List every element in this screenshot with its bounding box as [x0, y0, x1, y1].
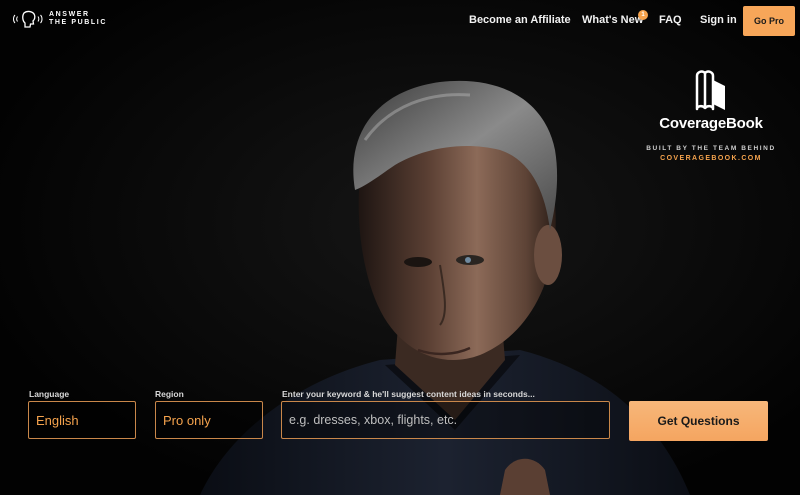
keyword-label: Enter your keyword & he'll suggest conte…: [282, 389, 535, 399]
coveragebook-link[interactable]: COVERAGEBOOK.COM: [640, 155, 782, 162]
keyword-field[interactable]: [281, 401, 610, 439]
whats-new-link[interactable]: What's New: [582, 14, 643, 26]
region-label: Region: [155, 389, 184, 399]
coveragebook-promo[interactable]: CoverageBook BUILT BY THE TEAM BEHIND CO…: [640, 68, 782, 162]
faq-link[interactable]: FAQ: [659, 14, 682, 26]
language-label: Language: [29, 389, 70, 399]
get-questions-button[interactable]: Get Questions: [629, 401, 768, 441]
go-pro-button[interactable]: Go Pro: [743, 6, 795, 36]
top-navbar: ANSWER THE PUBLIC Become an Affiliate Wh…: [0, 0, 800, 42]
logo-line-2: THE PUBLIC: [49, 19, 107, 26]
built-by-text: BUILT BY THE TEAM BEHIND: [646, 145, 776, 152]
keyword-input[interactable]: [289, 402, 609, 438]
speaking-head-icon: [13, 10, 43, 28]
sign-in-link[interactable]: Sign in: [700, 14, 737, 26]
book-icon: [695, 70, 725, 111]
language-select[interactable]: English: [28, 401, 136, 439]
region-select[interactable]: Pro only: [155, 401, 263, 439]
answer-the-public-logo[interactable]: ANSWER THE PUBLIC: [12, 9, 107, 29]
become-affiliate-link[interactable]: Become an Affiliate: [469, 14, 571, 26]
logo-line-1: ANSWER: [49, 11, 90, 18]
coveragebook-name: CoverageBook: [659, 115, 763, 132]
logo-wordmark: ANSWER THE PUBLIC: [49, 11, 107, 27]
whats-new-badge: 1: [638, 10, 648, 20]
